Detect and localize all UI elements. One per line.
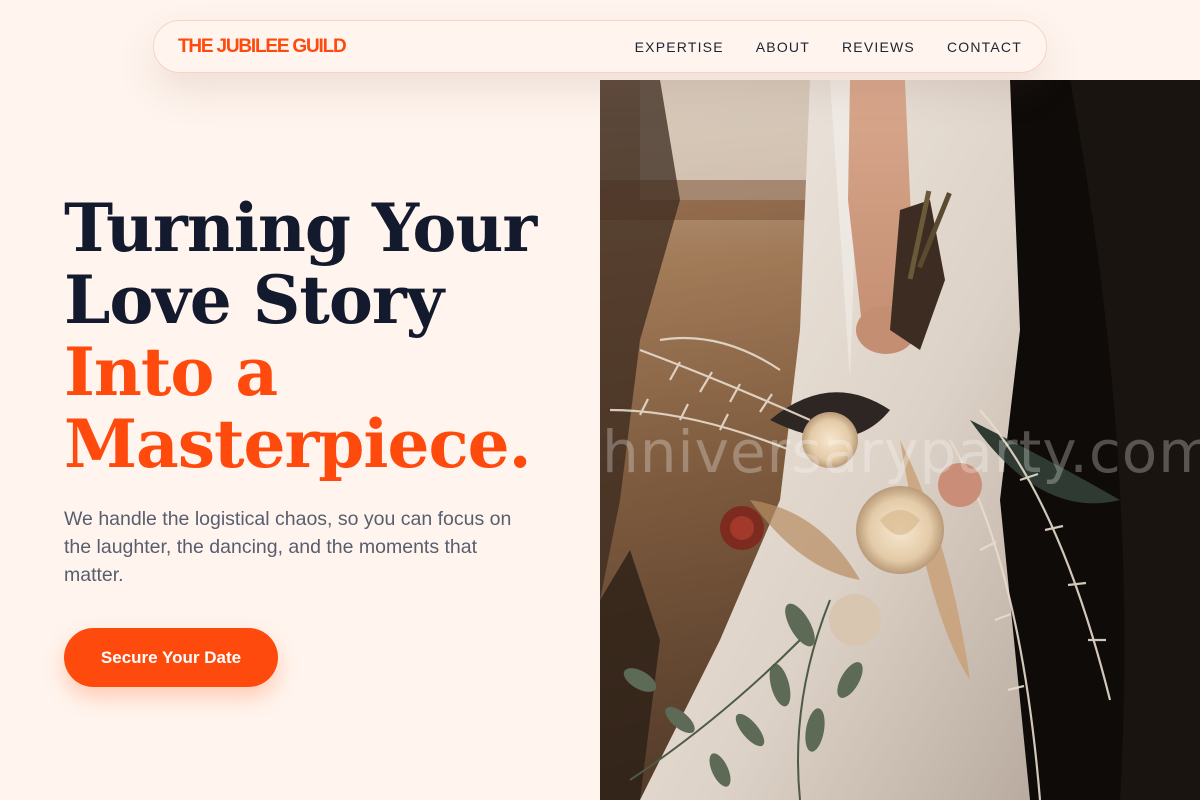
hero-title-line-1: Turning Your [64,189,537,267]
hero-title-accent-line-1: Into a [64,333,278,411]
hero-title-line-2: Love Story [64,261,444,339]
nav-links: EXPERTISE ABOUT REVIEWS CONTACT [603,39,1022,55]
nav-link-reviews[interactable]: REVIEWS [842,39,915,55]
hero-image-bride-bouquet: hniversaryparty.com [600,80,1200,800]
nav-link-expertise[interactable]: EXPERTISE [635,39,724,55]
hero-subtitle: We handle the logistical chaos, so you c… [64,508,512,586]
hero-title-accent-line-2: Masterpiece. [64,405,532,483]
bouquet-illustration [600,80,1200,800]
brand-logo[interactable]: THE JUBILEE GUILD [178,36,347,58]
nav-link-contact[interactable]: CONTACT [947,39,1022,55]
secure-date-button[interactable]: Secure Your Date [64,628,278,687]
hero-title: Turning Your Love Story Into a Masterpie… [64,192,584,480]
nav-link-about[interactable]: ABOUT [756,39,810,55]
main-navbar: THE JUBILEE GUILD EXPERTISE ABOUT REVIEW… [153,20,1047,73]
